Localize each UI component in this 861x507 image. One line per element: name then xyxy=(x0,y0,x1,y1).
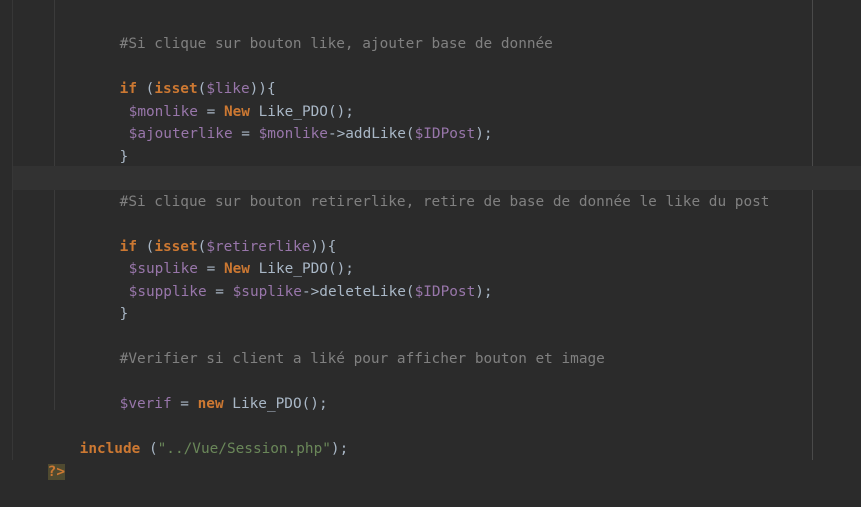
variable: $ajouterlike xyxy=(128,126,233,142)
right-margin-guide xyxy=(812,0,813,460)
code-line-comment-retirer[interactable]: #Si clique sur bouton retirerlike, retir… xyxy=(85,169,770,210)
code-line-include[interactable]: include ("../Vue/Session.php"); xyxy=(45,416,349,457)
code-editor[interactable]: #Si clique sur bouton like, ajouter base… xyxy=(0,0,861,507)
variable: $suplike xyxy=(232,284,302,300)
comment: #Verifier si client a liké pour afficher… xyxy=(119,351,605,367)
code-line-suplike[interactable]: $suplike = New Like_PDO(); xyxy=(94,236,354,277)
code-line-comment-verifier[interactable]: #Verifier si client a liké pour afficher… xyxy=(85,326,605,367)
code-line-if-like[interactable]: if (isset($like)){ xyxy=(85,56,276,97)
indent-guide xyxy=(54,0,55,410)
code-line-monlike[interactable]: $monlike = New Like_PDO(); xyxy=(94,79,354,120)
string-literal: "../Vue/Session.php" xyxy=(157,441,331,457)
code-line-php-close[interactable]: ?> xyxy=(13,439,65,480)
code-line-if-retirer[interactable]: if (isset($retirerlike)){ xyxy=(85,214,337,255)
code-line-brace[interactable]: } xyxy=(85,281,129,322)
code-line-brace[interactable]: } xyxy=(85,124,129,165)
variable: $IDPost xyxy=(414,284,476,300)
variable: $monlike xyxy=(258,126,328,142)
keyword-new: new xyxy=(197,396,224,412)
variable: $verif xyxy=(119,396,172,412)
code-line-ajouterlike[interactable]: $ajouterlike = $monlike->addLike($IDPost… xyxy=(94,101,493,142)
code-line-verif[interactable]: $verif = new Like_PDO(); xyxy=(85,371,328,412)
comment: #Si clique sur bouton retirerlike, retir… xyxy=(119,194,770,210)
code-line-supplike[interactable]: $supplike = $suplike->deleteLike($IDPost… xyxy=(94,259,493,300)
code-line-comment-like[interactable]: #Si clique sur bouton like, ajouter base… xyxy=(85,11,553,52)
variable: $IDPost xyxy=(414,126,476,142)
php-close-tag: ?> xyxy=(47,464,65,480)
gutter-divider xyxy=(12,0,13,460)
variable: $supplike xyxy=(128,284,207,300)
keyword-include: include xyxy=(79,441,141,457)
comment: #Si clique sur bouton like, ajouter base… xyxy=(119,36,553,52)
